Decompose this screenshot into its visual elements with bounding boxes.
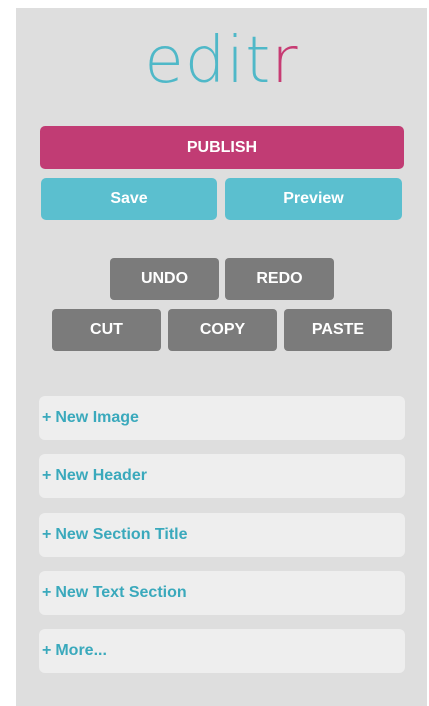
redo-button[interactable]: REDO: [225, 258, 334, 300]
publish-button[interactable]: PUBLISH: [40, 126, 404, 169]
editr-logo: editr: [16, 29, 427, 119]
plus-icon: +: [42, 409, 52, 426]
plus-icon: +: [42, 584, 52, 601]
new-text-section-label: New Text Section: [55, 584, 187, 601]
more-label: More...: [55, 642, 107, 659]
undo-button[interactable]: UNDO: [110, 258, 219, 300]
new-header-label: New Header: [55, 467, 147, 484]
new-section-title-button[interactable]: + New Section Title: [39, 513, 405, 557]
new-header-button[interactable]: + New Header: [39, 454, 405, 498]
new-image-button[interactable]: + New Image: [39, 396, 405, 440]
new-text-section-button[interactable]: + New Text Section: [39, 571, 405, 615]
preview-button[interactable]: Preview: [225, 178, 402, 220]
plus-icon: +: [42, 526, 52, 543]
copy-button[interactable]: COPY: [168, 309, 277, 351]
save-button[interactable]: Save: [41, 178, 217, 220]
editor-sidebar: editr PUBLISH Save Preview UNDO REDO CUT…: [16, 8, 427, 706]
paste-button[interactable]: PASTE: [284, 309, 392, 351]
new-section-title-label: New Section Title: [55, 526, 188, 543]
plus-icon: +: [42, 642, 52, 659]
logo-text-part1: edit: [144, 24, 272, 98]
cut-button[interactable]: CUT: [52, 309, 161, 351]
new-image-label: New Image: [55, 409, 139, 426]
logo-text-part2: r: [271, 24, 299, 98]
plus-icon: +: [42, 467, 52, 484]
more-button[interactable]: + More...: [39, 629, 405, 673]
